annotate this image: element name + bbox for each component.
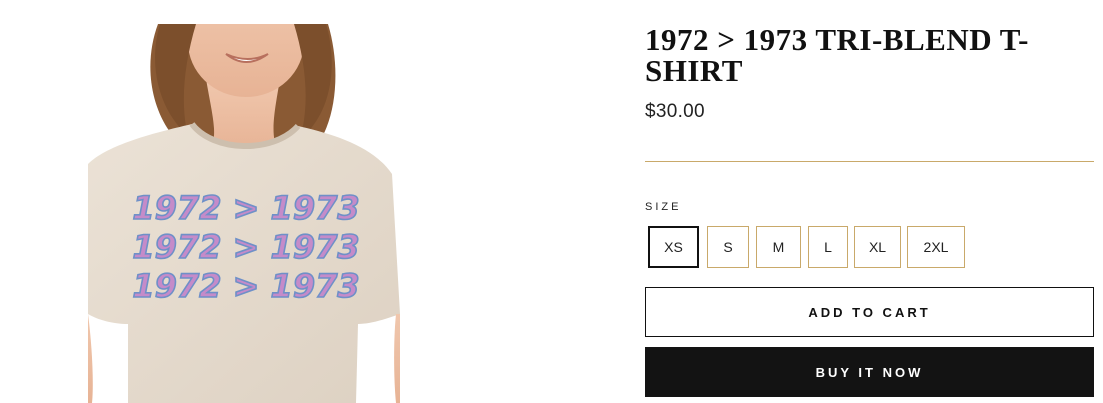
divider xyxy=(645,161,1094,162)
shirt-print-line-1: 1972 > 1973 xyxy=(132,189,359,227)
buy-it-now-button[interactable]: BUY IT NOW xyxy=(645,347,1094,397)
size-option-m[interactable]: M xyxy=(756,226,801,268)
size-option-xl[interactable]: XL xyxy=(854,226,901,268)
left-arm xyxy=(88,314,93,403)
size-label: SIZE xyxy=(645,201,682,213)
right-arm xyxy=(394,314,400,403)
add-to-cart-button[interactable]: ADD TO CART xyxy=(645,287,1094,337)
shirt-print-line-2: 1972 > 1973 xyxy=(132,228,359,266)
shirt-print: 1972 > 1973 1972 > 1973 1972 > 1973 xyxy=(132,188,361,306)
size-option-l[interactable]: L xyxy=(808,226,848,268)
product-price: $30.00 xyxy=(645,101,705,122)
size-option-s[interactable]: S xyxy=(707,226,749,268)
shirt-print-line-3: 1972 > 1973 xyxy=(132,267,359,305)
product-image[interactable]: 1972 > 1973 1972 > 1973 1972 > 1973 xyxy=(88,24,400,403)
product-photo: 1972 > 1973 1972 > 1973 1972 > 1973 xyxy=(88,24,400,403)
size-option-2xl[interactable]: 2XL xyxy=(907,226,965,268)
product-title: 1972 > 1973 TRI-BLEND T-SHIRT xyxy=(645,22,1029,88)
size-option-xs[interactable]: XS xyxy=(648,226,699,268)
